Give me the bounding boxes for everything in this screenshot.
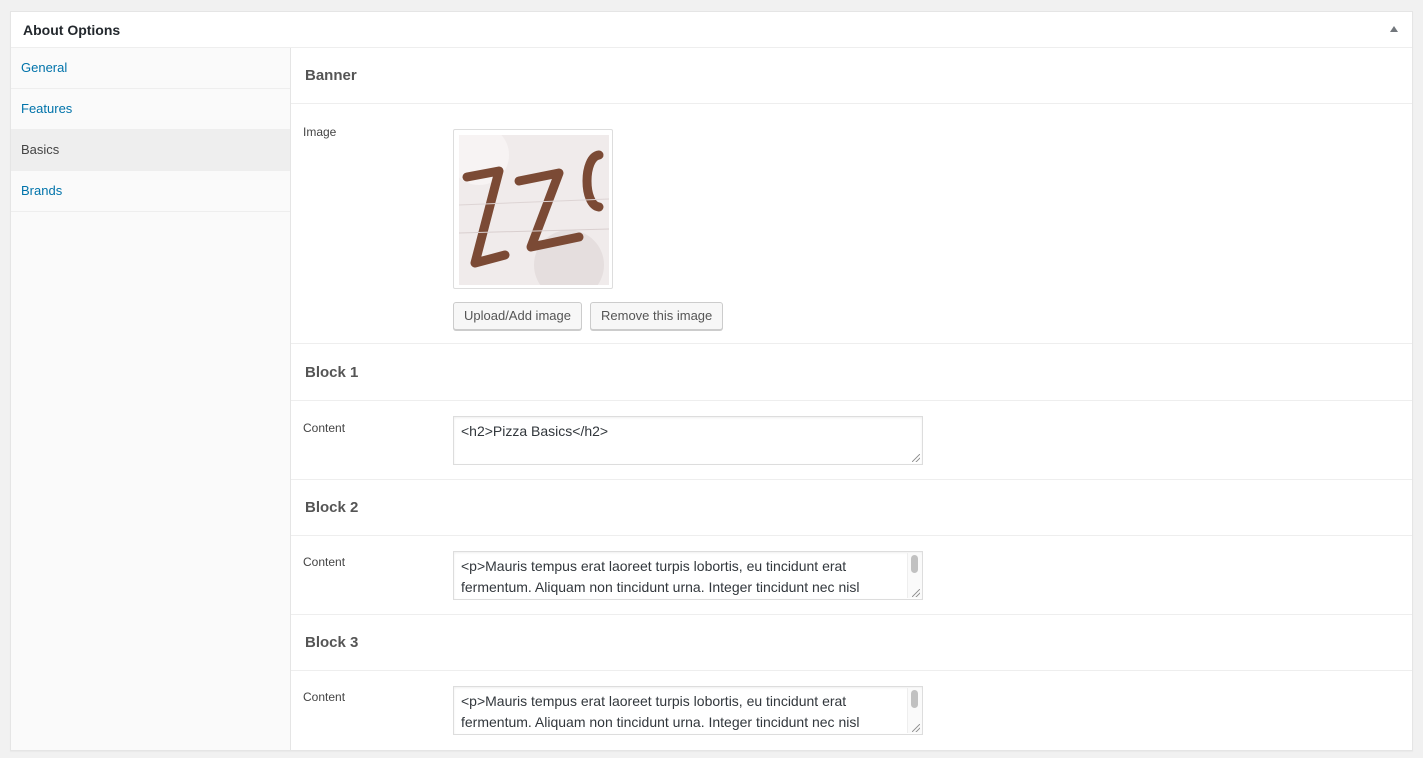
block3-content-line-2: fermentum. Aliquam non tincidunt urna. I… <box>461 714 860 730</box>
block1-content-label: Content <box>303 421 346 435</box>
block3-content-row: Content <p>Mauris tempus erat laoreet tu… <box>291 671 1412 750</box>
block1-content-row: Content <h2>Pizza Basics</h2> <box>291 401 1412 480</box>
banner-section-header: Banner <box>291 48 1412 104</box>
banner-heading: Banner <box>305 67 357 84</box>
about-options-panel: About Options General Features Basics Br… <box>10 11 1413 751</box>
block3-section-header: Block 3 <box>291 615 1412 671</box>
block3-content-line-1: <p>Mauris tempus erat laoreet turpis lob… <box>461 693 847 709</box>
collapse-arrow-icon[interactable] <box>1390 26 1398 32</box>
scroll-thumb[interactable] <box>911 690 918 708</box>
remove-image-button[interactable]: Remove this image <box>590 302 724 330</box>
banner-image-row: Image Upload/Add image Remove this image <box>291 104 1412 344</box>
block2-section-header: Block 2 <box>291 480 1412 536</box>
block2-content-textarea[interactable]: <p>Mauris tempus erat laoreet turpis lob… <box>453 551 923 600</box>
scroll-thumb[interactable] <box>911 555 918 573</box>
block2-content-line-2: fermentum. Aliquam non tincidunt urna. I… <box>461 579 860 595</box>
block1-content-text: <h2>Pizza Basics</h2> <box>461 423 609 439</box>
block1-heading: Block 1 <box>305 364 359 381</box>
options-sidebar: General Features Basics Brands <box>11 48 291 750</box>
panel-title: About Options <box>23 22 121 38</box>
sidebar-item-general[interactable]: General <box>11 48 290 89</box>
upload-image-button[interactable]: Upload/Add image <box>453 302 582 330</box>
banner-image-preview <box>453 129 613 289</box>
sidebar-item-features[interactable]: Features <box>11 89 290 130</box>
resize-handle-icon[interactable] <box>912 724 920 732</box>
banner-image <box>459 135 609 285</box>
block2-content-row: Content <p>Mauris tempus erat laoreet tu… <box>291 536 1412 615</box>
block2-heading: Block 2 <box>305 499 359 516</box>
panel-header[interactable]: About Options <box>11 12 1412 48</box>
sidebar-item-brands[interactable]: Brands <box>11 171 290 212</box>
block2-content-label: Content <box>303 555 346 569</box>
resize-handle-icon[interactable] <box>912 589 920 597</box>
resize-handle-icon[interactable] <box>912 454 920 462</box>
block1-content-textarea[interactable]: <h2>Pizza Basics</h2> <box>453 416 923 465</box>
sidebar-item-basics[interactable]: Basics <box>11 130 290 171</box>
block2-content-line-1: <p>Mauris tempus erat laoreet turpis lob… <box>461 558 847 574</box>
block3-content-label: Content <box>303 690 346 704</box>
block3-content-textarea[interactable]: <p>Mauris tempus erat laoreet turpis lob… <box>453 686 923 735</box>
block1-section-header: Block 1 <box>291 344 1412 401</box>
image-label: Image <box>303 125 337 139</box>
block3-heading: Block 3 <box>305 634 359 651</box>
options-main: Banner Image Upload/Add image Remove thi… <box>291 48 1412 750</box>
